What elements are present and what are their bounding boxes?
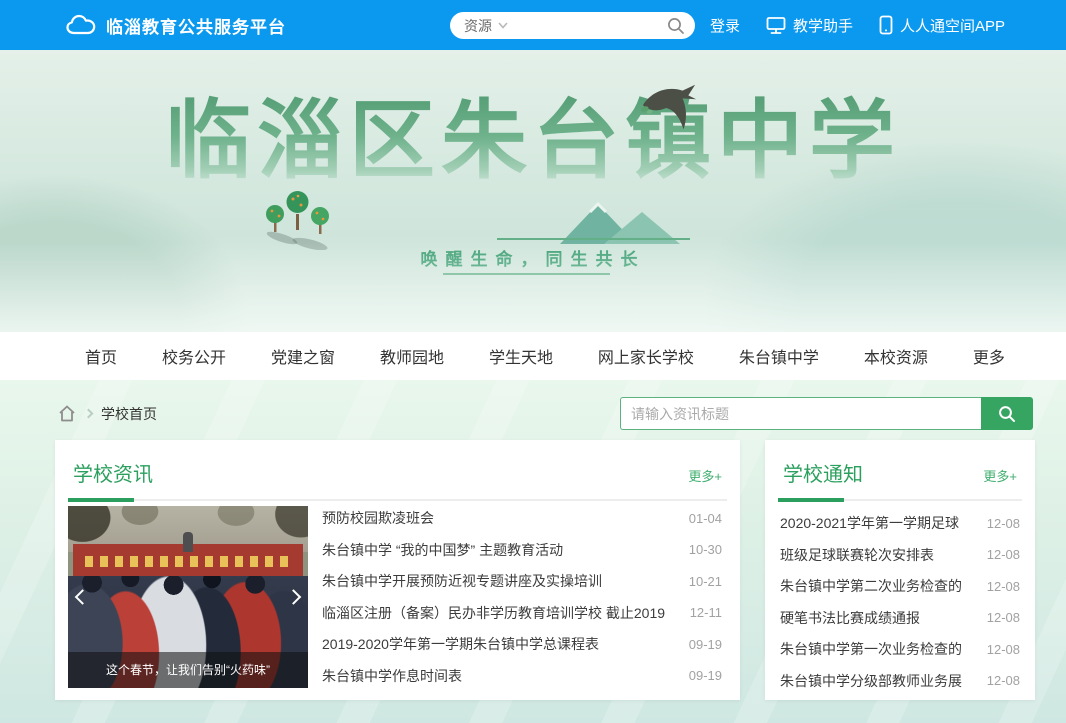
- notice-item-date: 12-08: [987, 547, 1020, 562]
- news-item[interactable]: 朱台镇中学 “我的中国梦” 主题教育活动 10-30: [322, 540, 722, 560]
- news-item-title[interactable]: 朱台镇中学作息时间表: [322, 666, 462, 686]
- news-item[interactable]: 临淄区注册（备案）民办非学历教育培训学校 截止2019 12-11: [322, 603, 722, 623]
- notice-item-date: 12-08: [987, 579, 1020, 594]
- notice-item-date: 12-08: [987, 610, 1020, 625]
- news-item[interactable]: 2019-2020学年第一学期朱台镇中学总课程表 09-19: [322, 634, 722, 654]
- news-list: 预防校园欺凌班会 01-04 朱台镇中学 “我的中国梦” 主题教育活动 10-3…: [322, 506, 722, 688]
- nav-item[interactable]: 本校资源: [864, 344, 928, 368]
- header-links: 登录 教学助手 人人通空间APP: [710, 0, 1005, 50]
- notice-item-date: 12-08: [987, 673, 1020, 688]
- school-notices-header: 学校通知 更多+: [765, 440, 1035, 487]
- school-news-more-link[interactable]: 更多+: [688, 466, 722, 485]
- notice-item-title[interactable]: 朱台镇中学分级部教师业务展: [780, 671, 962, 691]
- teaching-assistant-label: 教学助手: [793, 15, 853, 36]
- teaching-assistant-link[interactable]: 教学助手: [766, 15, 853, 36]
- notice-item[interactable]: 朱台镇中学第一次业务检查的 12-08: [780, 639, 1020, 659]
- nav-item[interactable]: 党建之窗: [271, 344, 335, 368]
- news-search-bar: [620, 397, 1033, 430]
- notice-item[interactable]: 班级足球联赛轮次安排表 12-08: [780, 545, 1020, 565]
- chevron-down-icon: [498, 22, 508, 29]
- brand[interactable]: 临淄教育公共服务平台: [66, 0, 286, 50]
- school-notices-panel: 学校通知 更多+ 2020-2021学年第一学期足球 12-08 班级足球联赛轮…: [765, 440, 1035, 700]
- news-item-date: 09-19: [689, 637, 722, 652]
- breadcrumb-current[interactable]: 学校首页: [101, 404, 157, 424]
- news-item-title[interactable]: 临淄区注册（备案）民办非学历教育培训学校 截止2019: [322, 603, 665, 623]
- slogan-top-rule: [497, 238, 690, 240]
- mountains-decoration: [560, 196, 690, 244]
- school-news-panel: 学校资讯 更多+ 这个春节，让我们告别“火药味”: [55, 440, 740, 700]
- main-navigation: 首页 校务公开 党建之窗 教师园地 学生天地 网上家长学校 朱台镇中学 本校资源…: [0, 332, 1066, 380]
- school-banner: 临淄区朱台镇中学 唤醒生命，同生共长: [0, 50, 1066, 332]
- news-item-title[interactable]: 预防校园欺凌班会: [322, 508, 434, 528]
- news-item-date: 01-04: [689, 511, 722, 526]
- notice-item[interactable]: 朱台镇中学分级部教师业务展 12-08: [780, 671, 1020, 691]
- news-item-title[interactable]: 朱台镇中学开展预防近视专题讲座及实操培训: [322, 571, 602, 591]
- notice-item-date: 12-08: [987, 642, 1020, 657]
- nav-item[interactable]: 教师园地: [380, 344, 444, 368]
- nav-item[interactable]: 网上家长学校: [598, 344, 694, 368]
- news-item-date: 12-11: [690, 605, 722, 620]
- nav-item[interactable]: 学生天地: [489, 344, 553, 368]
- notice-item-title[interactable]: 班级足球联赛轮次安排表: [780, 545, 934, 565]
- toolbar-row: 学校首页: [55, 397, 1035, 430]
- app-link[interactable]: 人人通空间APP: [879, 15, 1005, 36]
- notice-item[interactable]: 2020-2021学年第一学期足球 12-08: [780, 513, 1020, 533]
- nav-item[interactable]: 朱台镇中学: [739, 344, 819, 368]
- news-item-date: 10-30: [689, 542, 722, 557]
- monitor-icon: [766, 16, 786, 35]
- news-item[interactable]: 朱台镇中学作息时间表 09-19: [322, 666, 722, 686]
- nav-item[interactable]: 更多: [973, 344, 1005, 368]
- login-label: 登录: [710, 15, 740, 36]
- notice-item-title[interactable]: 朱台镇中学第二次业务检查的: [780, 576, 962, 596]
- nav-item[interactable]: 校务公开: [162, 344, 226, 368]
- news-item-date: 09-19: [689, 668, 722, 683]
- page: 临淄教育公共服务平台 资源 登录 教: [0, 0, 1066, 723]
- swallow-bird-icon: [640, 83, 698, 133]
- notice-item[interactable]: 朱台镇中学第二次业务检查的 12-08: [780, 576, 1020, 596]
- breadcrumb: 学校首页: [58, 397, 157, 430]
- school-news-title: 学校资讯: [73, 464, 153, 486]
- news-item[interactable]: 朱台镇中学开展预防近视专题讲座及实操培训 10-21: [322, 571, 722, 591]
- search-icon: [998, 405, 1016, 423]
- notice-item[interactable]: 硬笔书法比赛成绩通报 12-08: [780, 608, 1020, 628]
- news-item[interactable]: 预防校园欺凌班会 01-04: [322, 508, 722, 528]
- school-news-body: 这个春节，让我们告别“火药味” 预防校园欺凌班会 01-04 朱台镇中学 “我的…: [55, 501, 740, 688]
- trees-decoration: [262, 188, 340, 250]
- school-notices-more-link[interactable]: 更多+: [983, 466, 1017, 485]
- content-area: 学校首页 学校资讯 更多+: [0, 380, 1066, 723]
- notice-item-title[interactable]: 2020-2021学年第一学期足球: [780, 513, 959, 533]
- brand-title: 临淄教育公共服务平台: [106, 13, 286, 38]
- school-name-title: 临淄区朱台镇中学: [0, 94, 1066, 189]
- notice-item-title[interactable]: 硬笔书法比赛成绩通报: [780, 608, 920, 628]
- notice-item-title[interactable]: 朱台镇中学第一次业务检查的: [780, 639, 962, 659]
- search-category-dropdown[interactable]: 资源: [464, 16, 508, 36]
- cloud-logo-icon: [66, 14, 96, 36]
- news-item-date: 10-21: [689, 574, 722, 589]
- search-icon[interactable]: [667, 17, 685, 35]
- notices-list: 2020-2021学年第一学期足球 12-08 班级足球联赛轮次安排表 12-0…: [780, 511, 1020, 693]
- phone-icon: [879, 15, 893, 35]
- breadcrumb-chevron-icon: [84, 409, 94, 419]
- news-carousel[interactable]: 这个春节，让我们告别“火药味”: [68, 506, 308, 688]
- header-search-bar[interactable]: 资源: [450, 12, 695, 39]
- news-item-title[interactable]: 朱台镇中学 “我的中国梦” 主题教育活动: [322, 540, 563, 560]
- home-icon[interactable]: [58, 405, 76, 422]
- news-item-title[interactable]: 2019-2020学年第一学期朱台镇中学总课程表: [322, 634, 599, 654]
- school-news-header: 学校资讯 更多+: [55, 440, 740, 487]
- search-category-label: 资源: [464, 16, 492, 36]
- top-header-bar: 临淄教育公共服务平台 资源 登录 教: [0, 0, 1066, 50]
- news-search-button[interactable]: [981, 397, 1033, 430]
- school-notices-title: 学校通知: [783, 464, 863, 486]
- app-label: 人人通空间APP: [900, 15, 1005, 36]
- carousel-photo-speaker: [183, 532, 193, 552]
- carousel-caption[interactable]: 这个春节，让我们告别“火药味”: [68, 652, 308, 688]
- login-link[interactable]: 登录: [710, 15, 740, 36]
- school-notices-divider: [778, 499, 1022, 501]
- banner-mist-bottom-decoration: [0, 242, 1066, 332]
- school-news-divider: [68, 499, 727, 501]
- notice-item-date: 12-08: [987, 516, 1020, 531]
- nav-list: 首页 校务公开 党建之窗 教师园地 学生天地 网上家长学校 朱台镇中学 本校资源…: [55, 332, 1035, 380]
- news-search-input[interactable]: [620, 397, 981, 430]
- nav-item[interactable]: 首页: [85, 344, 117, 368]
